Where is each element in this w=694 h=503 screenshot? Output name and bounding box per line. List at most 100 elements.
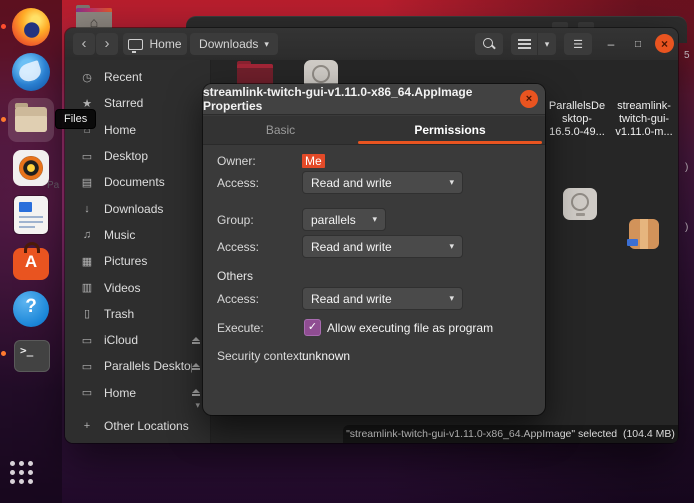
sidebar-item-icloud[interactable]: ▭iCloud: [65, 327, 210, 353]
video-icon: ▥: [79, 281, 95, 294]
dock-tooltip: Files: [55, 109, 96, 129]
sidebar-item-label: Parallels Desktop 16: [104, 359, 192, 373]
owner-access-dropdown[interactable]: Read and write ▾: [302, 171, 463, 194]
location-label: Downloads: [199, 37, 258, 51]
sidebar-item-label: Music: [104, 228, 210, 242]
sidebar-item-label: Pictures: [104, 254, 210, 268]
sidebar-item-downloads[interactable]: ↓ Downloads: [65, 195, 210, 221]
prompt-glyph: >_: [20, 344, 33, 357]
forward-button[interactable]: ›: [96, 33, 118, 55]
search-icon: [482, 37, 496, 51]
writer-line: [19, 216, 43, 218]
sidebar-item-label: Documents: [104, 175, 210, 189]
chevron-down-icon: ▾: [449, 293, 454, 304]
sidebar-item-pictures[interactable]: ▦ Pictures: [65, 248, 210, 274]
view-options-button[interactable]: ▾: [538, 33, 556, 55]
headerbar: ‹ › Home Downloads ▾ ▾ ☰ – □ ×: [65, 28, 678, 61]
dock-item-firefox[interactable]: [12, 8, 50, 46]
back-button[interactable]: ‹: [73, 33, 95, 55]
file-icon-appimage-selected[interactable]: [629, 219, 659, 249]
dropdown-value: Read and write: [311, 176, 441, 190]
question-mark: ?: [13, 296, 49, 318]
view-toggle-button[interactable]: [511, 33, 537, 55]
sidebar-item-label: iCloud: [104, 333, 192, 347]
dock-item-help[interactable]: ?: [13, 291, 51, 329]
minimize-button[interactable]: –: [601, 33, 621, 55]
sidebar-item-label: Home: [104, 386, 192, 400]
chevron-down-icon: ▾: [449, 241, 454, 252]
grid-dot: [19, 461, 24, 466]
list-view-icon: [518, 38, 531, 50]
trash-icon: ▯: [79, 307, 95, 320]
sidebar-item-label: Videos: [104, 281, 210, 295]
execute-label: Execute:: [217, 321, 264, 335]
sidebar-item-other-locations[interactable]: + Other Locations: [65, 413, 210, 439]
running-indicator: [1, 351, 6, 356]
drive-icon: ▭: [79, 386, 95, 399]
sidebar-item-label: Other Locations: [104, 419, 210, 433]
app-grid-button[interactable]: [10, 461, 34, 485]
dock-item-libreoffice-writer[interactable]: [14, 196, 52, 234]
chevron-down-icon: ▾: [545, 39, 550, 50]
sidebar-item-label: Downloads: [104, 202, 210, 216]
home-path-button[interactable]: Home: [123, 33, 187, 55]
sidebar-item-music[interactable]: ♫Music: [65, 222, 210, 248]
chevron-down-icon: ▾: [372, 214, 377, 225]
window-close-button[interactable]: ×: [655, 34, 674, 53]
dock-item-thunderbird[interactable]: [12, 53, 50, 91]
sidebar-item-documents[interactable]: ▤ Documents: [65, 169, 210, 195]
execute-checkbox[interactable]: ✓: [304, 319, 321, 336]
sidebar-item-recent[interactable]: ◷Recent: [65, 64, 210, 90]
location-path-button[interactable]: Downloads ▾: [190, 33, 278, 55]
forward-icon: ›: [105, 34, 110, 54]
search-button[interactable]: [475, 33, 503, 55]
dock: A ? >_: [0, 0, 62, 503]
download-icon: ↓: [79, 203, 95, 215]
sidebar-item-videos[interactable]: ▥ Videos: [65, 274, 210, 300]
eject-icon[interactable]: [192, 337, 200, 344]
sidebar-item-desktop[interactable]: ▭Desktop: [65, 143, 210, 169]
sidebar-item-parallels-desktop[interactable]: ▭Parallels Desktop 16: [65, 353, 210, 379]
hamburger-icon: ☰: [573, 38, 583, 51]
dock-item-rhythmbox[interactable]: [13, 150, 51, 188]
dock-item-terminal[interactable]: >_: [14, 337, 52, 375]
menu-button[interactable]: ☰: [564, 33, 592, 55]
grid-dot: [28, 470, 33, 475]
dialog-close-button[interactable]: ×: [520, 90, 538, 108]
document-icon: ▤: [79, 176, 95, 189]
eject-icon[interactable]: [192, 363, 200, 370]
tab-permissions[interactable]: Permissions: [358, 116, 542, 144]
execute-checkbox-label[interactable]: Allow executing file as program: [327, 321, 493, 335]
tab-basic[interactable]: Basic: [203, 116, 358, 144]
writer-icon: [14, 196, 48, 234]
back-icon: ‹: [82, 34, 87, 54]
dock-item-files[interactable]: [12, 102, 50, 140]
sidebar-item-trash[interactable]: ▯ Trash: [65, 301, 210, 327]
picture-icon: ▦: [79, 255, 95, 268]
sidebar-scroll-indicator-icon: ▾: [195, 400, 200, 411]
sidebar-item-label: Trash: [104, 307, 210, 321]
sidebar-item-label: Recent: [104, 70, 210, 84]
others-access-label: Access:: [217, 292, 259, 306]
dropdown-value: Read and write: [311, 292, 441, 306]
group-dropdown[interactable]: parallels ▾: [302, 208, 386, 231]
folder-front: [15, 116, 47, 132]
file-label[interactable]: streamlink- twitch-gui- v1.11.0-m...: [604, 100, 684, 139]
eject-icon[interactable]: [192, 389, 200, 396]
plus-icon: +: [79, 420, 95, 432]
maximize-icon: □: [635, 39, 641, 50]
dock-item-ubuntu-software[interactable]: A: [13, 243, 51, 281]
others-access-dropdown[interactable]: Read and write ▾: [302, 287, 463, 310]
group-access-dropdown[interactable]: Read and write ▾: [302, 235, 463, 258]
security-context-value: unknown: [302, 349, 350, 363]
files-icon: [15, 107, 47, 132]
desktop-label-fragment: ): [685, 222, 688, 233]
rhythmbox-icon: [13, 150, 49, 186]
file-icon-parallels-installer[interactable]: [563, 188, 597, 220]
selection-statusbar: "streamlink-twitch-gui-v1.11.0-x86_64.Ap…: [343, 425, 678, 443]
running-indicator: [1, 24, 6, 29]
maximize-button[interactable]: □: [628, 33, 648, 55]
sidebar-item-home-drive[interactable]: ▭ Home: [65, 380, 210, 406]
check-icon: ✓: [308, 321, 317, 333]
desktop-icon: ▭: [79, 150, 95, 163]
